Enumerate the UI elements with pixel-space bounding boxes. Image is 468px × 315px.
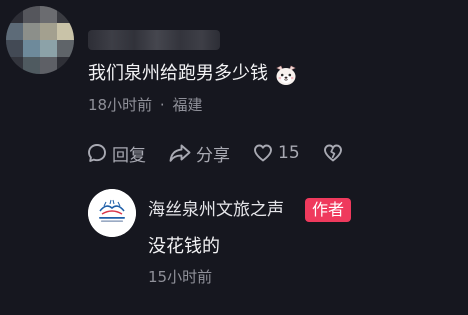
avatar-pixel — [57, 23, 74, 40]
dog-face-emoji-icon — [274, 64, 298, 86]
dislike-button[interactable] — [322, 142, 348, 164]
avatar-pixel — [6, 6, 23, 23]
like-button[interactable]: 15 — [252, 142, 300, 164]
share-arrow-icon — [169, 144, 191, 162]
meta-separator: · — [159, 96, 165, 114]
avatar-pixel — [57, 40, 74, 57]
heart-icon — [254, 144, 272, 162]
avatar-pixel — [23, 40, 40, 57]
culture-tourism-logo-icon — [88, 189, 136, 237]
author-name[interactable]: 海丝泉州文旅之声 — [148, 198, 284, 222]
avatar-pixel — [6, 57, 23, 74]
commenter-username-blurred[interactable] — [88, 30, 220, 50]
share-button[interactable]: 分享 — [168, 141, 230, 166]
comment-meta: 18小时前 · 福建 — [88, 94, 202, 116]
comment-text: 我们泉州给跑男多少钱 — [88, 63, 268, 84]
comment-body: 我们泉州给跑男多少钱 — [88, 61, 298, 87]
avatar-pixel — [23, 23, 40, 40]
commenter-avatar[interactable] — [6, 6, 74, 74]
like-count: 15 — [278, 143, 300, 163]
comment-location: 福建 — [172, 96, 203, 114]
avatar-pixel — [6, 40, 23, 57]
avatar-pixel — [40, 23, 57, 40]
chat-bubble-icon — [88, 144, 106, 162]
avatar-pixel — [6, 23, 23, 40]
avatar-pixel — [40, 40, 57, 57]
reply-time: 15小时前 — [148, 268, 213, 286]
author-avatar[interactable] — [88, 189, 136, 237]
broken-heart-icon — [323, 144, 342, 162]
avatar-pixel — [23, 6, 40, 23]
avatar-pixel — [40, 57, 57, 74]
share-label: 分享 — [196, 145, 230, 166]
avatar-pixel — [57, 6, 74, 23]
avatar-pixel — [23, 57, 40, 74]
comment-time: 18小时前 — [88, 96, 153, 114]
reply-label: 回复 — [112, 145, 146, 166]
comment-actions: 回复 分享 15 — [86, 140, 370, 166]
reply-button[interactable]: 回复 — [86, 141, 146, 166]
avatar-pixel — [57, 57, 74, 74]
author-badge: 作者 — [305, 198, 352, 222]
reply-text: 没花钱的 — [148, 236, 220, 257]
avatar-pixel — [40, 6, 57, 23]
